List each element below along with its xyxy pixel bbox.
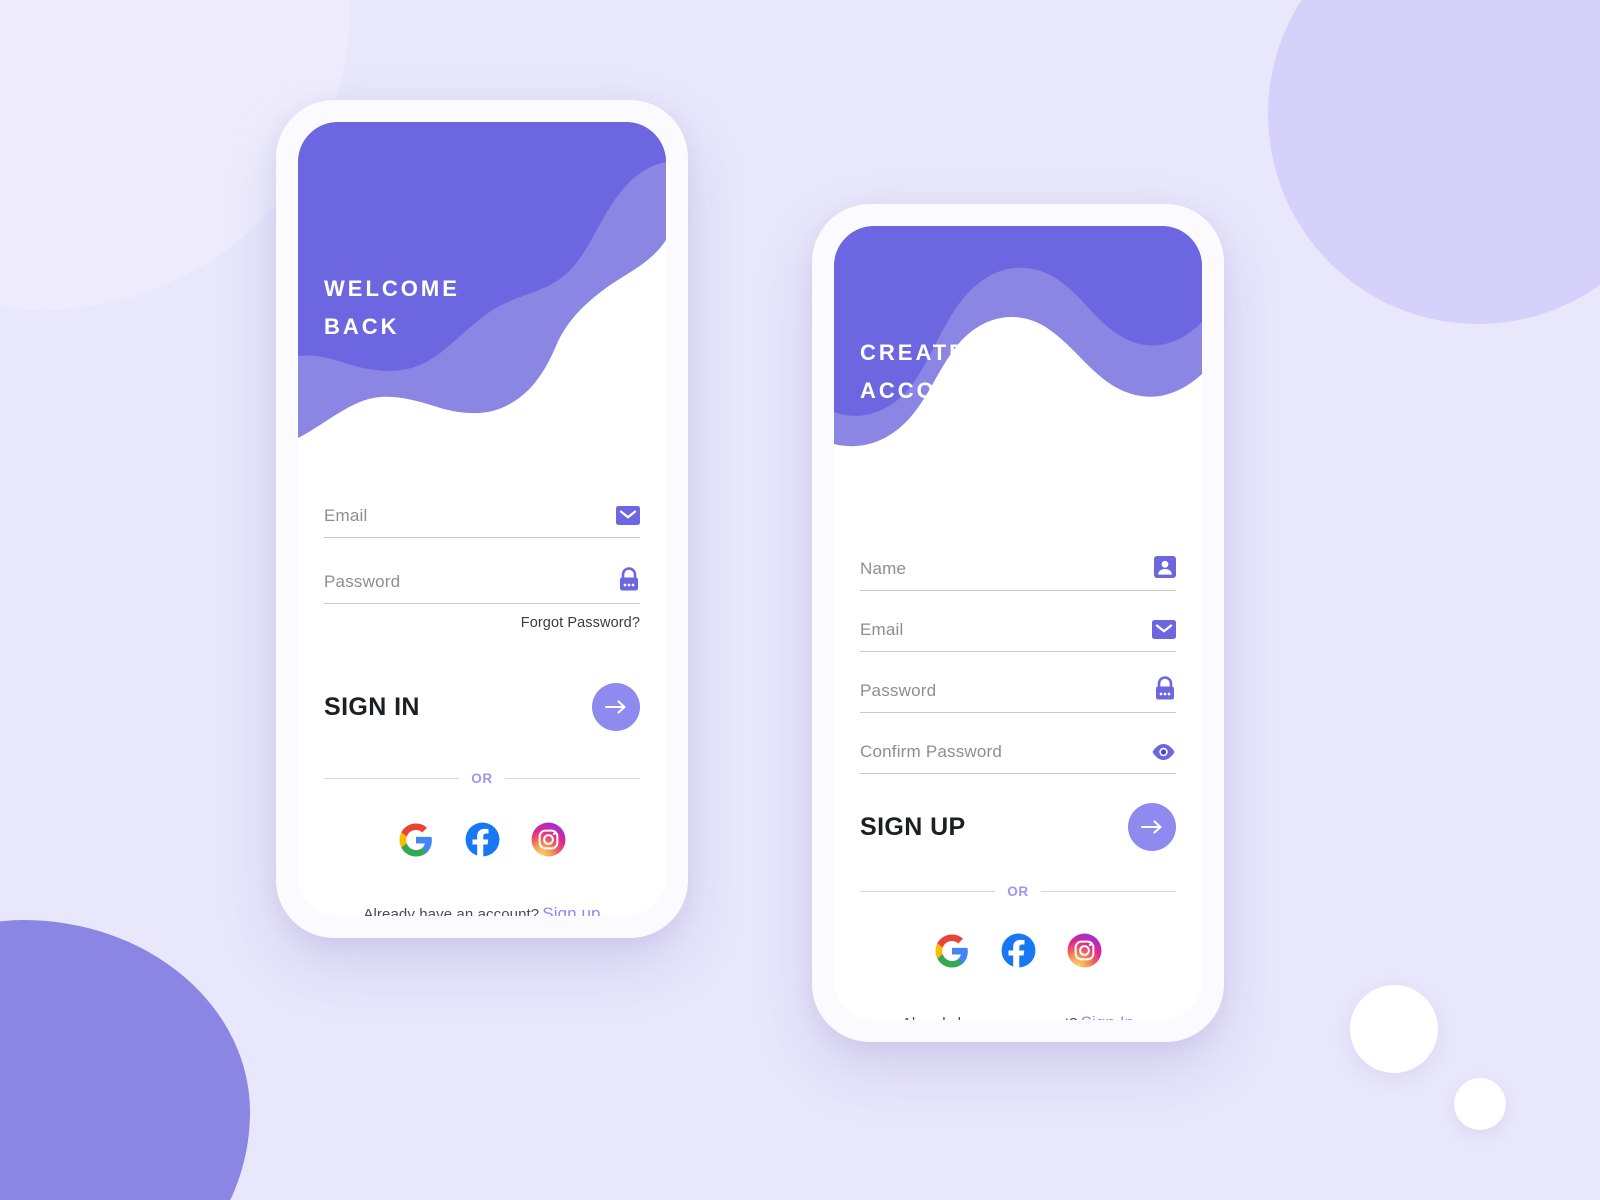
background-decoration xyxy=(0,0,1600,1200)
signin-footer-text: Already have an account? xyxy=(363,906,540,916)
facebook-signin-button[interactable] xyxy=(463,822,501,860)
signin-form: Email Password Forgot Password? SIGN IN … xyxy=(298,452,666,916)
google-icon xyxy=(398,822,434,861)
divider-line-left xyxy=(860,891,996,892)
facebook-signup-button[interactable] xyxy=(999,933,1037,971)
signin-label: SIGN IN xyxy=(324,692,420,721)
divider-line-right xyxy=(504,778,641,779)
arrow-right-icon xyxy=(604,699,628,715)
divider-line-right xyxy=(1040,891,1177,892)
background-circle-white-small xyxy=(1454,1078,1506,1130)
facebook-icon xyxy=(1000,932,1037,972)
instagram-signup-button[interactable] xyxy=(1065,933,1103,971)
field-email-label: Email xyxy=(860,620,904,639)
signup-title: CREATE NEW ACCOUNT xyxy=(860,340,1037,403)
or-label: OR xyxy=(471,771,493,786)
instagram-icon xyxy=(530,821,567,861)
envelope-icon[interactable] xyxy=(1152,620,1176,641)
field-password[interactable]: Password xyxy=(860,665,1176,713)
instagram-icon xyxy=(1066,932,1103,972)
signin-title: WELCOME BACK xyxy=(324,276,460,339)
background-circle-top-right xyxy=(1268,0,1600,324)
signin-header: WELCOME BACK xyxy=(298,122,666,452)
arrow-right-icon xyxy=(1140,819,1164,835)
envelope-icon[interactable] xyxy=(616,506,640,527)
field-password[interactable]: Password xyxy=(324,556,640,604)
signup-submit-row: SIGN UP xyxy=(860,803,1176,851)
signin-submit-button[interactable] xyxy=(592,683,640,731)
forgot-password-link[interactable]: Forgot Password? xyxy=(324,615,640,631)
google-signup-button[interactable] xyxy=(933,933,971,971)
signin-footer: Already have an account? Sign up xyxy=(324,904,640,916)
signin-social-buttons xyxy=(324,822,640,860)
signup-header: CREATE NEW ACCOUNT xyxy=(834,226,1202,524)
phone-mockup-signup: CREATE NEW ACCOUNT Name Email Password C… xyxy=(812,204,1224,1042)
background-blob-bottom-left xyxy=(0,920,250,1200)
field-confirm-password[interactable]: Confirm Password xyxy=(860,726,1176,774)
field-password-label: Password xyxy=(860,681,937,700)
signup-or-divider: OR xyxy=(860,884,1177,899)
signup-footer-text: Already have an account? xyxy=(902,1015,1078,1020)
screen-signup: CREATE NEW ACCOUNT Name Email Password C… xyxy=(834,226,1202,1020)
or-label: OR xyxy=(1007,884,1029,899)
lock-icon[interactable] xyxy=(618,567,640,593)
signup-social-buttons xyxy=(860,933,1176,971)
background-circle-white-large xyxy=(1350,985,1438,1073)
divider-line-left xyxy=(324,778,460,779)
signup-form: Name Email Password Confirm Password SIG… xyxy=(834,524,1202,1020)
field-password-label: Password xyxy=(324,572,401,591)
facebook-icon xyxy=(464,821,501,861)
lock-icon[interactable] xyxy=(1154,676,1176,702)
signup-link[interactable]: Sign up xyxy=(542,904,600,916)
google-signin-button[interactable] xyxy=(397,822,435,860)
signup-footer: Already have an account?Sign In xyxy=(860,1013,1176,1020)
google-icon xyxy=(934,933,970,972)
field-email[interactable]: Email xyxy=(324,490,640,538)
instagram-signin-button[interactable] xyxy=(529,822,567,860)
field-name-label: Name xyxy=(860,559,907,578)
signin-or-divider: OR xyxy=(324,771,641,786)
signup-label: SIGN UP xyxy=(860,812,966,841)
field-name[interactable]: Name xyxy=(860,543,1176,591)
signup-submit-button[interactable] xyxy=(1128,803,1176,851)
person-icon[interactable] xyxy=(1154,556,1176,580)
signin-link[interactable]: Sign In xyxy=(1081,1013,1135,1020)
screen-signin: WELCOME BACK Email Password Forgot Passw… xyxy=(298,122,666,916)
eye-icon[interactable] xyxy=(1151,743,1176,763)
field-email[interactable]: Email xyxy=(860,604,1176,652)
field-email-label: Email xyxy=(324,506,368,525)
phone-mockup-signin: WELCOME BACK Email Password Forgot Passw… xyxy=(276,100,688,938)
signin-submit-row: SIGN IN xyxy=(324,683,640,731)
field-confirm-password-label: Confirm Password xyxy=(860,742,1003,761)
